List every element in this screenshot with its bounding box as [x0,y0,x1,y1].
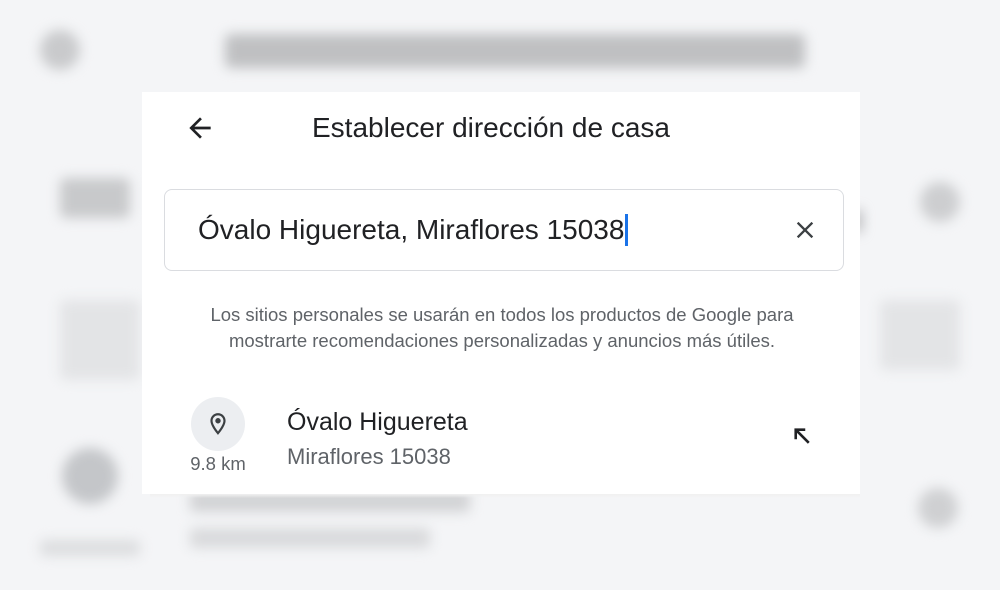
bg-heading [60,178,130,218]
bg-list-line-2 [190,528,430,548]
personal-places-info: Los sitios personales se usarán en todos… [210,304,794,351]
bg-list-line-3 [40,540,140,556]
search-result-item[interactable]: 9.8 km Óvalo Higuereta Miraflores 15038 [142,388,860,488]
bg-header-title [225,34,805,68]
arrow-up-left-icon [794,428,810,444]
bg-card-right [880,300,960,370]
search-input-value: Óvalo Higuereta, Miraflores 15038 [198,214,625,245]
result-place-address: Miraflores 15038 [287,444,451,469]
back-button[interactable] [180,110,220,146]
search-input[interactable]: Óvalo Higuereta, Miraflores 15038 [198,212,628,248]
result-place-name: Óvalo Higuereta [287,408,468,436]
text-caret [625,214,628,246]
bg-right-icon [920,182,960,222]
bg-card-left [60,300,140,380]
clear-search-button[interactable] [789,214,821,246]
fill-query-button[interactable] [782,416,822,456]
set-home-address-dialog: Establecer dirección de casa Óvalo Higue… [142,92,860,494]
location-icon-container [191,397,245,451]
location-pin-icon [210,413,226,435]
bg-right-icon-2 [918,488,958,528]
address-search-field[interactable]: Óvalo Higuereta, Miraflores 15038 [164,189,844,271]
bg-menu-icon [40,30,80,70]
arrow-back-icon [189,117,211,139]
dialog-bottom-shadow [150,494,860,498]
bg-avatar [62,448,118,504]
result-distance: 9.8 km [190,453,246,474]
dialog-title: Establecer dirección de casa [312,112,670,143]
close-icon [796,221,814,239]
